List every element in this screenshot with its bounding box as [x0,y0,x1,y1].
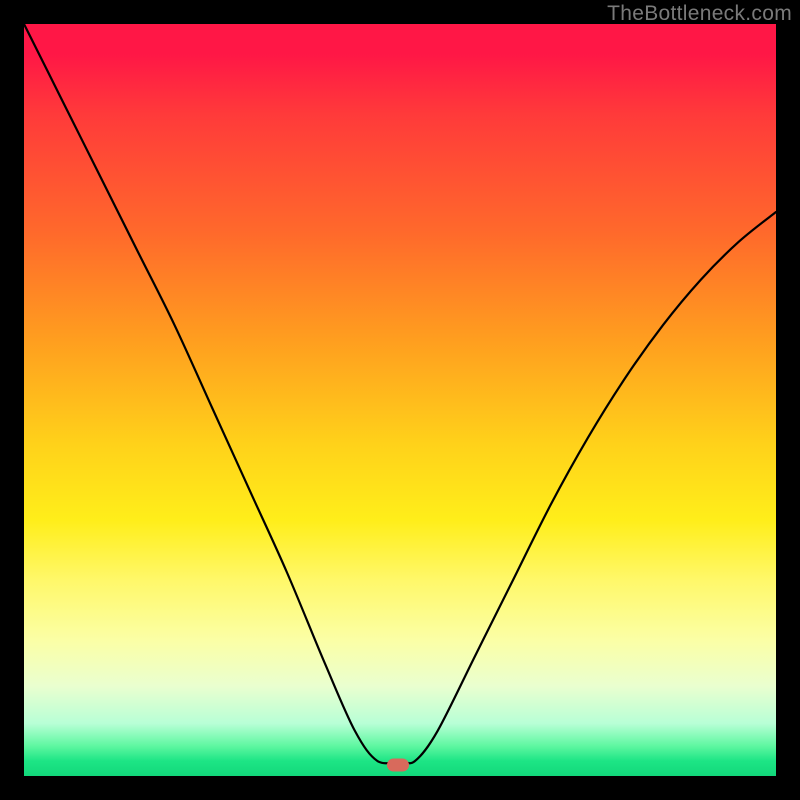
bottleneck-curve-path [24,24,776,763]
optimal-point-marker [387,758,409,771]
watermark-text: TheBottleneck.com [607,2,792,26]
plot-area [24,24,776,776]
chart-frame: TheBottleneck.com [0,0,800,800]
bottleneck-curve [24,24,776,776]
